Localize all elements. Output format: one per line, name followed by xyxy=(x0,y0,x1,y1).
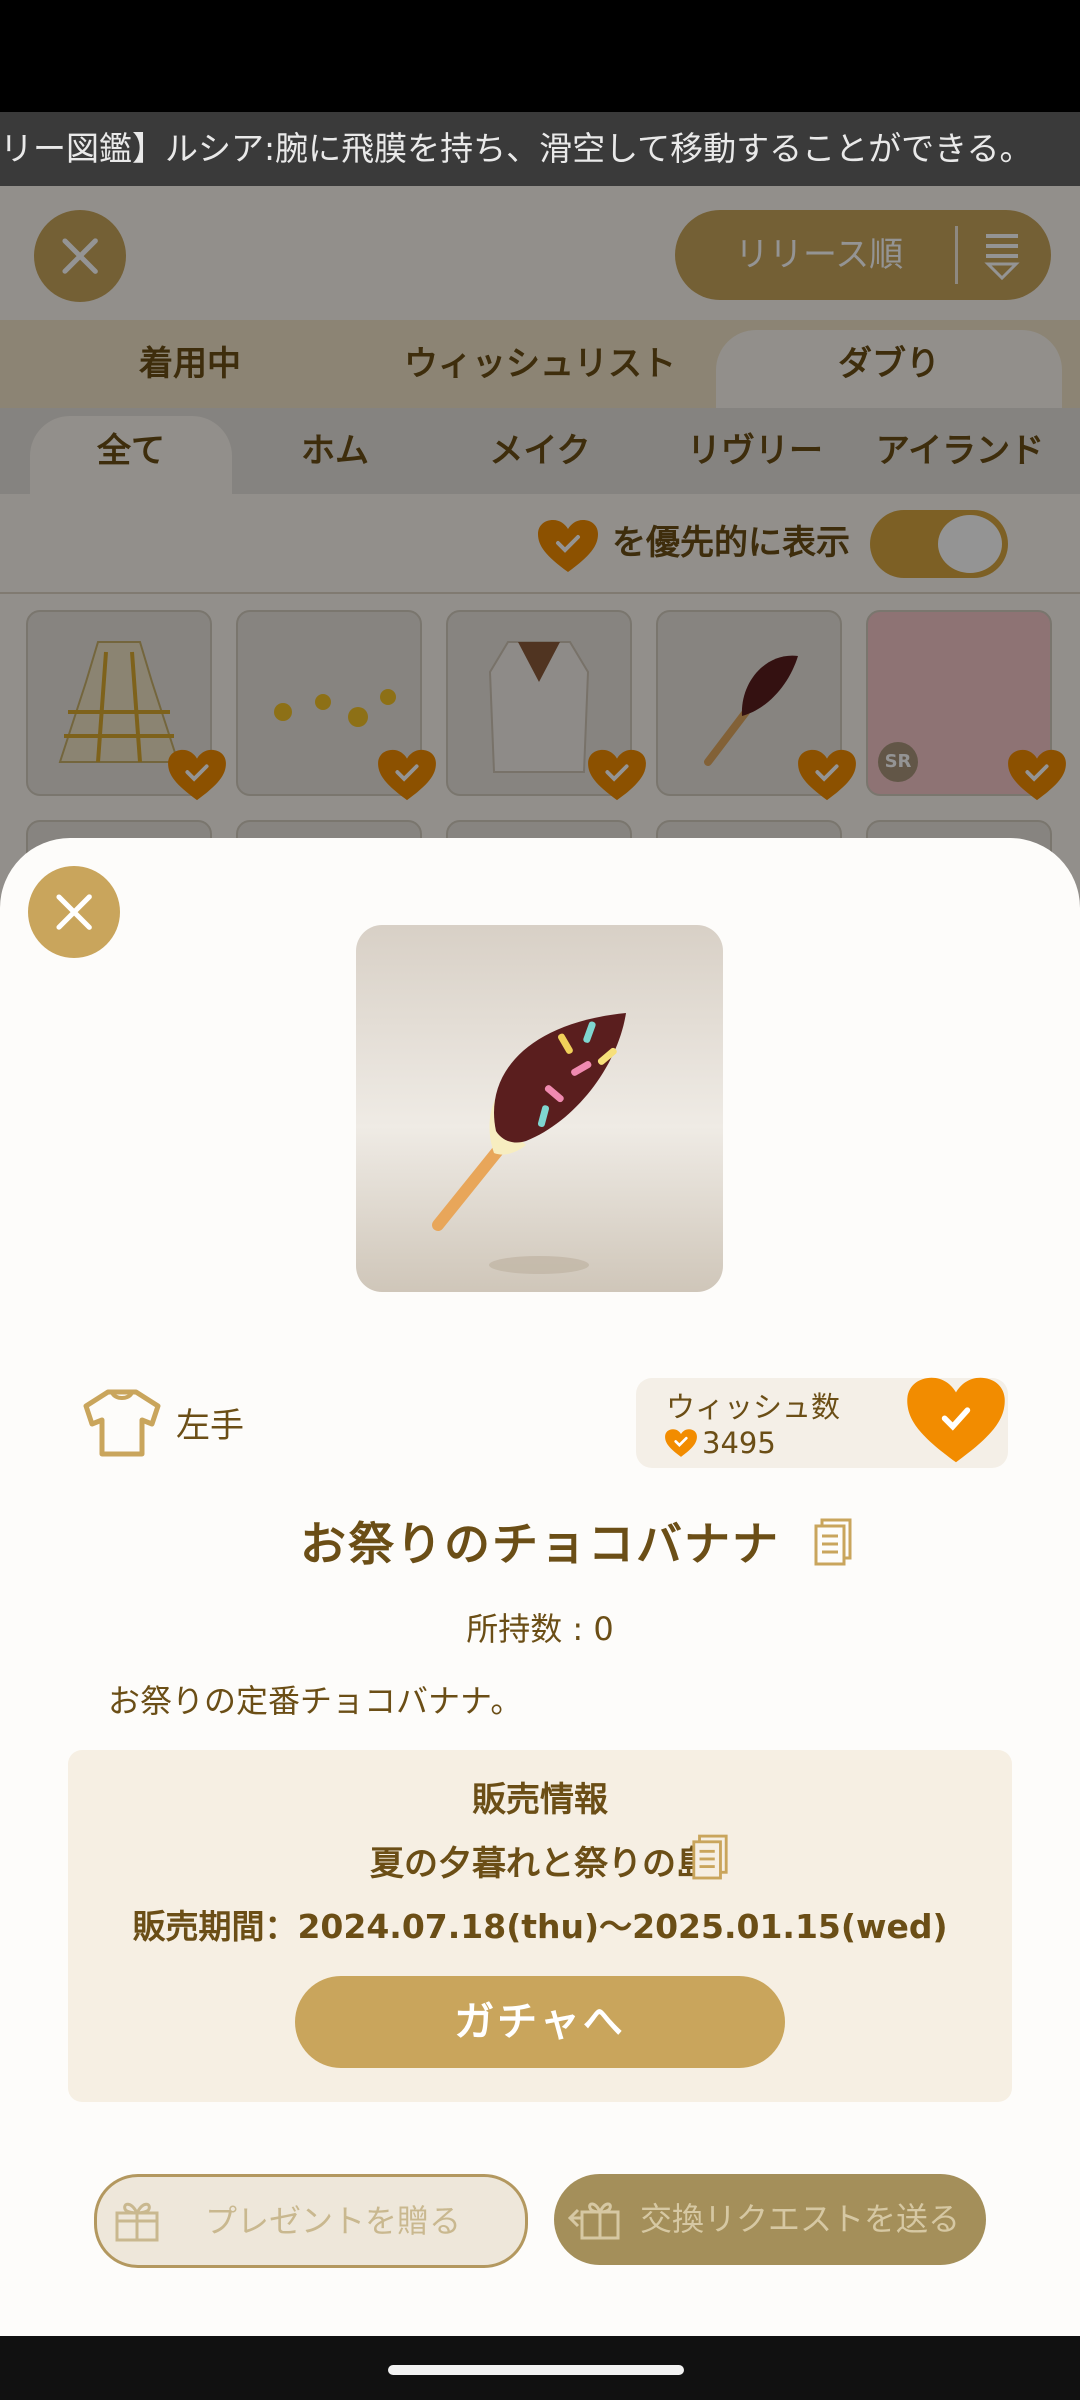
gift-button[interactable]: プレゼントを贈る xyxy=(94,2174,528,2268)
heart-check-icon xyxy=(665,1429,697,1457)
status-bar xyxy=(0,0,1080,112)
sales-period: 販売期間：2024.07.18(thu)〜2025.01.15(wed) xyxy=(132,1907,948,1946)
choco-banana-illustration xyxy=(432,1013,626,1274)
shirt-icon xyxy=(83,1389,161,1457)
trade-label: 交換リクエストを送る xyxy=(640,2200,961,2238)
news-ticker: リー図鑑】ルシア:腕に飛膜を持ち、滑空して移動することができる。 xyxy=(0,112,1080,186)
item-name: お祭りのチョコバナナ xyxy=(300,1517,780,1571)
slot-label: 左手 xyxy=(176,1406,244,1446)
item-description: お祭りの定番チョコバナナ。 xyxy=(108,1682,523,1720)
item-image xyxy=(356,925,723,1292)
home-handle[interactable] xyxy=(388,2365,684,2375)
exchange-gift-icon xyxy=(568,2202,620,2240)
sales-event-name: 夏の夕暮れと祭りの島 xyxy=(370,1844,710,1884)
wish-label: ウィッシュ数 xyxy=(666,1390,841,1424)
ticker-text: リー図鑑】ルシア:腕に飛膜を持ち、滑空して移動することができる。 xyxy=(0,129,1033,168)
document-icon[interactable] xyxy=(690,1834,730,1882)
gift-label: プレゼントを贈る xyxy=(205,2202,462,2240)
trade-request-button[interactable]: 交換リクエストを送る xyxy=(554,2174,986,2265)
gift-icon xyxy=(115,2202,159,2242)
sales-title: 販売情報 xyxy=(472,1780,608,1820)
item-name-row: お祭りのチョコバナナ xyxy=(0,1508,1080,1574)
owned-count: 所持数 : 0 xyxy=(466,1610,614,1648)
close-icon xyxy=(50,888,98,936)
sales-event-row: 夏の夕暮れと祭りの島 xyxy=(68,1836,1012,1885)
wishlist-heart-button[interactable] xyxy=(904,1374,1008,1466)
gacha-button[interactable]: ガチャへ xyxy=(295,1976,785,2068)
wish-count: 3495 xyxy=(702,1426,776,1460)
document-icon[interactable] xyxy=(812,1518,854,1568)
close-detail-button[interactable] xyxy=(28,866,120,958)
sales-info-box: 販売情報 夏の夕暮れと祭りの島 販売期間：2024.07.18(thu)〜202… xyxy=(68,1750,1012,2102)
